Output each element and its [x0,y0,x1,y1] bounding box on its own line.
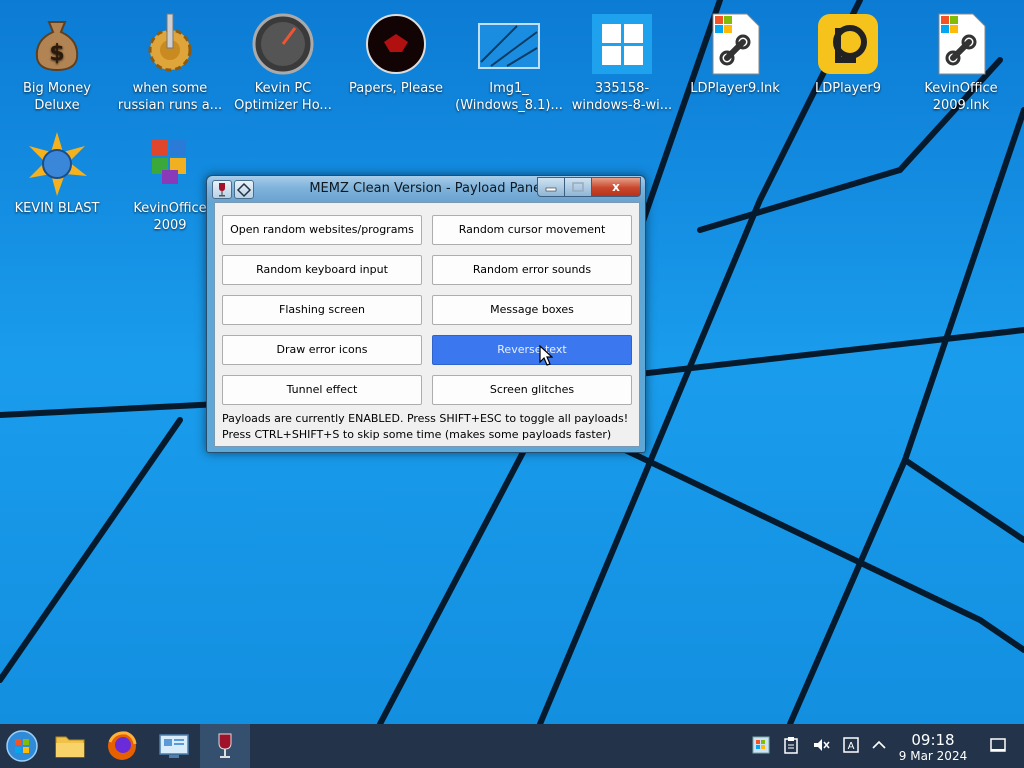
window-client-area: Open random websites/programs Random cur… [214,202,640,447]
wine-glass-icon[interactable] [212,180,232,199]
desktop-icon-windows-8-wallpaper[interactable]: 335158- windows-8-wi... [567,6,677,114]
desktop-icon-kevinoffice-lnk[interactable]: KevinOffice 2009.lnk [906,6,1016,114]
payload-button-open-websites[interactable]: Open random websites/programs [222,215,422,245]
remote-desktop-icon[interactable] [156,728,192,764]
payload-button-flashing-screen[interactable]: Flashing screen [222,295,422,325]
speedometer-icon [251,12,315,76]
desktop-icon-label: KevinOffice 2009.lnk [924,81,998,113]
payload-button-tunnel-effect[interactable]: Tunnel effect [222,375,422,405]
payload-button-keyboard-input[interactable]: Random keyboard input [222,255,422,285]
payload-button-message-boxes[interactable]: Message boxes [432,295,632,325]
desktop-icon-label: LDPlayer9 [815,81,881,96]
desktop-icon-label: when some russian runs a... [117,81,223,113]
desktop-icon-kevin-blast[interactable]: KEVIN BLAST [2,126,112,217]
payload-button-reverse-text[interactable]: Reverse text [432,335,632,365]
window-menu-icon[interactable] [234,180,254,199]
payload-button-draw-error-icons[interactable]: Draw error icons [222,335,422,365]
desktop-icon-label: 335158- windows-8-wi... [571,81,673,113]
show-desktop-icon[interactable] [989,736,1007,754]
shortcut-file-icon [929,12,993,76]
payload-button-cursor-movement[interactable]: Random cursor movement [432,215,632,245]
payload-button-screen-glitches[interactable]: Screen glitches [432,375,632,405]
keyboard-layout-icon[interactable]: A [842,736,860,754]
shortcut-file-icon [703,12,767,76]
window-titlebar[interactable]: MEMZ Clean Version - Payload Panel x [207,176,645,202]
windows-logo-icon [590,12,654,76]
desktop-icon-ldplayer9-lnk[interactable]: LDPlayer9.lnk [680,6,790,97]
ldplayer-icon [816,12,880,76]
desktop-icon-label: KEVIN BLAST [14,201,100,216]
desktop-icon-ldplayer9[interactable]: LDPlayer9 [793,6,903,97]
office-icon [138,132,202,196]
close-button[interactable]: x [591,177,641,197]
kevin-blast-icon [25,132,89,196]
mouse-cursor-icon [539,345,553,366]
svg-text:$: $ [49,41,64,66]
chevron-up-icon[interactable] [870,736,888,754]
image-file-icon [477,12,541,76]
clock-date: 9 Mar 2024 [898,749,968,763]
desktop-icon-img1[interactable]: Img1_ (Windows_8.1)... [454,6,564,114]
windows-update-icon[interactable] [752,736,770,754]
volume-muted-icon[interactable] [812,736,830,754]
wine-glass-icon[interactable] [207,728,243,764]
firefox-icon[interactable] [104,728,140,764]
memz-payload-panel-window: MEMZ Clean Version - Payload Panel x Ope… [206,175,646,453]
start-orb-icon[interactable] [4,728,40,764]
desktop-icon-label: Img1_ (Windows_8.1)... [455,81,563,113]
desktop-icon-kevin-pc-optimizer[interactable]: Kevin PC Optimizer Ho... [228,6,338,114]
desktop-icon-label: Kevin PC Optimizer Ho... [234,81,332,113]
file-manager-icon[interactable] [52,728,88,764]
desktop-icon-label: LDPlayer9.lnk [690,81,780,96]
desktop-icon-label: Papers, Please [348,81,444,96]
system-clock[interactable]: 09:18 9 Mar 2024 [890,731,976,764]
clipboard-icon[interactable] [782,736,800,754]
taskbar: A 09:18 9 Mar 2024 [0,724,1024,768]
maximize-button[interactable] [564,177,592,197]
desktop-icon-label: Big Money Deluxe [22,81,91,113]
desktop-icon-russian[interactable]: when some russian runs a... [115,6,225,114]
gear-icon [138,12,202,76]
desktop-icon-big-money-deluxe[interactable]: $ Big Money Deluxe [2,6,112,114]
minimize-button[interactable] [537,177,565,197]
papers-please-icon [364,12,428,76]
status-text-skip-time: Press CTRL+SHIFT+S to skip some time (ma… [222,428,612,441]
clock-time: 09:18 [911,731,955,749]
desktop-icon-papers-please[interactable]: Papers, Please [341,6,451,97]
payload-button-error-sounds[interactable]: Random error sounds [432,255,632,285]
money-bag-icon: $ [25,12,89,76]
svg-text:A: A [848,741,855,752]
status-text-enabled: Payloads are currently ENABLED. Press SH… [222,412,629,425]
